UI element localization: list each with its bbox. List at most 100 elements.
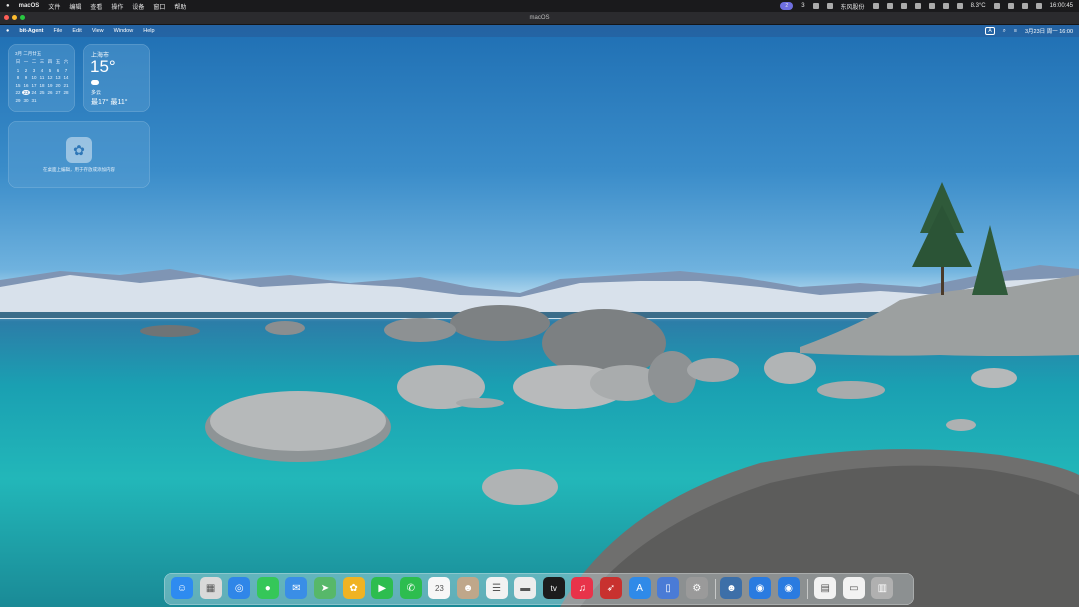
display-icon[interactable] [872, 3, 879, 9]
calendar-day[interactable]: 18 [38, 83, 46, 88]
stock-ticker[interactable]: 东风股份 [841, 2, 865, 11]
dock-phone-icon[interactable]: ✆ [399, 577, 422, 599]
dock-maps-icon[interactable]: ➤ [314, 577, 336, 599]
calendar-day[interactable]: 20 [54, 83, 62, 88]
apple-icon[interactable]: ● [6, 3, 10, 9]
status-pill[interactable]: 2 [780, 2, 794, 10]
host-clock[interactable]: 16:00:45 [1050, 3, 1073, 9]
calendar-day[interactable]: 27 [54, 90, 62, 95]
dock-trash-icon[interactable]: ▥ [871, 577, 894, 599]
dock-finder-icon[interactable]: ☺ [171, 577, 193, 599]
control-center-icon[interactable] [1035, 3, 1042, 9]
dock-window-icon[interactable]: ▭ [842, 577, 865, 599]
calendar-day[interactable]: 29 [14, 98, 22, 103]
dock-rocket-icon[interactable]: ➶ [600, 577, 622, 599]
dock-launchpad-icon[interactable]: ▦ [199, 577, 222, 599]
calendar-day[interactable]: 1 [14, 68, 22, 73]
dock-facetime-icon[interactable]: ▶ [371, 577, 394, 599]
calendar-day[interactable]: 24 [30, 90, 38, 95]
desktop[interactable]: ● bit-Agent File Edit View Window Help A… [0, 25, 1079, 607]
dock-document-icon[interactable]: ▤ [814, 577, 837, 599]
calendar-day[interactable]: 28 [62, 90, 70, 95]
dock-contacts-icon[interactable]: ☻ [457, 577, 479, 599]
dock-agent-icon[interactable]: ☻ [720, 577, 743, 599]
dock-notes-icon[interactable]: ▬ [514, 577, 537, 599]
calendar-day[interactable]: 7 [62, 68, 70, 73]
dock-calendar-icon[interactable]: 23 [428, 577, 451, 599]
calendar-day[interactable]: 17 [30, 83, 38, 88]
dock-reminders-icon[interactable]: ☰ [485, 577, 508, 599]
wifi-icon[interactable] [1007, 3, 1014, 9]
calendar-day[interactable]: 6 [54, 68, 62, 73]
calendar-day[interactable]: 19 [46, 83, 54, 88]
calendar-day[interactable]: 26 [46, 90, 54, 95]
menu-view[interactable]: View [92, 28, 104, 34]
minimize-window-button[interactable] [12, 15, 17, 20]
dock-music-icon[interactable]: ♫ [571, 577, 594, 599]
host-app-name[interactable]: macOS [19, 3, 40, 9]
calendar-day[interactable]: 4 [38, 68, 46, 73]
rocket-icon[interactable] [812, 3, 819, 9]
guest-app-name[interactable]: bit-Agent [19, 28, 43, 34]
placeholder-widget[interactable]: ✿ 在桌面上编辑，用于存放或添加内容 [8, 121, 150, 188]
menu-edit[interactable]: Edit [72, 28, 81, 34]
temperature[interactable]: 8.3°C [971, 3, 986, 9]
menu-window[interactable]: Window [114, 28, 134, 34]
calendar-day[interactable]: 8 [14, 75, 22, 80]
download-icon[interactable] [886, 3, 893, 9]
dock-browser-2-icon[interactable]: ◉ [777, 577, 800, 599]
zoom-window-button[interactable] [20, 15, 25, 20]
dock-browser-1-icon[interactable]: ◉ [749, 577, 771, 599]
calendar-day[interactable]: 31 [30, 98, 38, 103]
dock-photos-icon[interactable]: ✿ [342, 577, 365, 599]
calendar-day[interactable]: 22 [14, 90, 22, 95]
host-menu-item[interactable]: 文件 [48, 2, 60, 11]
apple-icon[interactable]: ● [6, 28, 9, 34]
volume-icon[interactable] [956, 3, 963, 9]
calendar-day[interactable]: 11 [38, 75, 46, 80]
host-menu-item[interactable]: 操作 [111, 2, 123, 11]
calendar-day[interactable]: 3 [30, 68, 38, 73]
menu-help[interactable]: Help [143, 28, 154, 34]
control-center-icon[interactable]: ≡ [1014, 28, 1017, 34]
vpn-icon[interactable] [900, 3, 907, 9]
calendar-day[interactable]: 25 [38, 90, 46, 95]
dock-preview-icon[interactable]: ▯ [657, 577, 680, 599]
calendar-day[interactable]: 12 [46, 75, 54, 80]
host-menu-item[interactable]: 窗口 [153, 2, 165, 11]
calendar-day[interactable]: 23 [22, 90, 30, 95]
weather-widget[interactable]: 上海市 15° 多云 最17° 最11° [83, 44, 150, 112]
input-source-indicator[interactable]: A [985, 27, 995, 35]
host-menu-item[interactable]: 帮助 [174, 2, 186, 11]
dock-messages-icon[interactable]: ● [256, 577, 279, 599]
calendar-day[interactable]: 13 [54, 75, 62, 80]
close-window-button[interactable] [4, 15, 9, 20]
dock-mail-icon[interactable]: ✉ [285, 577, 308, 599]
calendar-day[interactable]: 15 [14, 83, 22, 88]
dock-app-store-icon[interactable]: A [628, 577, 651, 599]
search-icon[interactable] [1021, 3, 1028, 9]
dock-settings-icon[interactable]: ⚙ [685, 577, 708, 599]
dock-safari-icon[interactable]: ◎ [228, 577, 251, 599]
guest-datetime[interactable]: 3月23日 周一 16:00 [1025, 27, 1073, 35]
calendar-day[interactable]: 5 [46, 68, 54, 73]
timer-icon[interactable] [914, 3, 921, 9]
calendar-day[interactable]: 2 [22, 68, 30, 73]
menu-file[interactable]: File [53, 28, 62, 34]
calendar-day[interactable]: 9 [22, 75, 30, 80]
host-menu-item[interactable]: 设备 [132, 2, 144, 11]
calendar-day[interactable]: 21 [62, 83, 70, 88]
wechat-icon[interactable] [993, 3, 1000, 9]
vm-window-titlebar[interactable]: macOS [0, 12, 1079, 25]
calendar-day[interactable]: 16 [22, 83, 30, 88]
calendar-widget[interactable]: 3月 二月廿五 日一二三四五六 1 2 3 4 5 6 7 8 9 10 11 12 13 14 15 16 17… [8, 44, 75, 112]
bluetooth-icon[interactable] [942, 3, 949, 9]
calendar-day[interactable]: 10 [30, 75, 38, 80]
status-count[interactable]: 3 [801, 3, 804, 9]
dock-tv-icon[interactable]: tv [542, 577, 565, 599]
chart-icon[interactable] [928, 3, 935, 9]
host-menu-item[interactable]: 编辑 [69, 2, 81, 11]
spotlight-search-icon[interactable]: ⌕ [1003, 28, 1006, 35]
cloud-icon[interactable] [826, 3, 833, 9]
calendar-day[interactable]: 14 [62, 75, 70, 80]
